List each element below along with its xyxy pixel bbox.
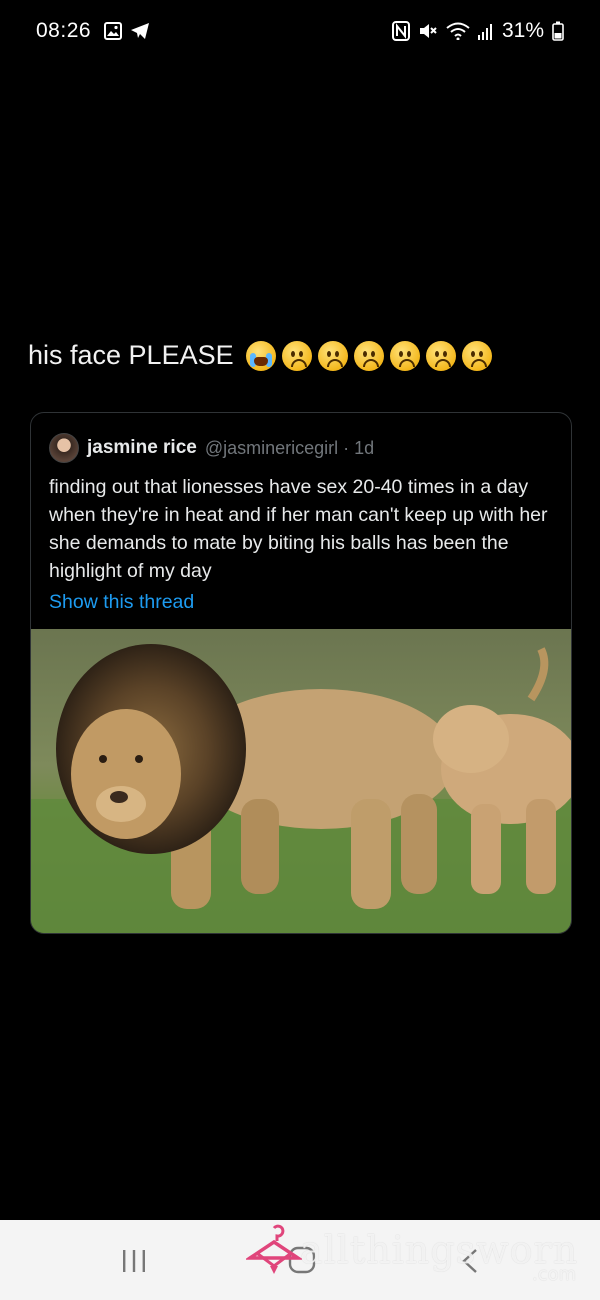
gallery-icon bbox=[104, 22, 122, 40]
frowning-face-icon bbox=[389, 340, 420, 371]
show-thread-link[interactable]: Show this thread bbox=[49, 591, 194, 614]
wifi-icon bbox=[446, 22, 470, 40]
frowning-face-icon bbox=[425, 340, 456, 371]
watermark-suffix: .com bbox=[532, 1264, 577, 1285]
tweet-card[interactable]: jasmine rice @jasminericegirl · 1d findi… bbox=[30, 412, 572, 934]
hanger-logo-icon bbox=[246, 1224, 302, 1274]
frowning-face-icon bbox=[461, 340, 492, 371]
signal-icon bbox=[477, 24, 492, 40]
tweet-author-name[interactable]: jasmine rice bbox=[87, 437, 197, 459]
recents-icon[interactable] bbox=[120, 1248, 148, 1274]
battery-percentage: 31% bbox=[501, 19, 544, 42]
frowning-face-icon bbox=[281, 340, 312, 371]
caption-text: his face PLEASE bbox=[28, 340, 234, 370]
emoji-row bbox=[245, 340, 492, 371]
post-caption: his face PLEASE bbox=[28, 340, 492, 371]
telegram-icon bbox=[131, 23, 149, 39]
battery-icon bbox=[552, 21, 564, 41]
tweet-header: jasmine rice @jasminericegirl · 1d bbox=[49, 433, 374, 463]
navigation-bar: allthingsworn .com bbox=[0, 1220, 600, 1300]
frowning-face-icon bbox=[353, 340, 384, 371]
frowning-face-icon bbox=[317, 340, 348, 371]
loudly-crying-face-icon bbox=[245, 340, 276, 371]
avatar[interactable] bbox=[49, 433, 79, 463]
status-bar: 08:26 31% bbox=[0, 0, 600, 64]
tweet-handle-time: @jasminericegirl · 1d bbox=[204, 437, 375, 458]
tweet-body: finding out that lionesses have sex 20-4… bbox=[49, 476, 548, 582]
tweet-photo[interactable] bbox=[31, 629, 571, 933]
status-time: 08:26 bbox=[36, 19, 92, 42]
mute-icon bbox=[419, 24, 437, 38]
nfc-icon bbox=[391, 21, 410, 41]
